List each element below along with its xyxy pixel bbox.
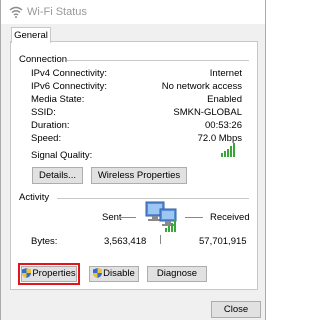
details-button[interactable]: Details... — [32, 167, 83, 184]
sent-label: Sent — [102, 212, 122, 223]
duration-label: Duration: — [31, 120, 70, 131]
ssid-label: SSID: — [31, 107, 56, 118]
bytes-received-value: 57,701,915 — [199, 236, 247, 247]
ipv6-value: No network access — [161, 81, 242, 92]
speed-label: Speed: — [31, 133, 62, 144]
connection-divider — [67, 60, 249, 61]
ssid-value: SMKN-GLOBAL — [173, 107, 242, 118]
duration-value: 00:53:26 — [205, 120, 242, 131]
shield-icon — [93, 268, 103, 278]
wifi-icon — [9, 6, 23, 18]
activity-separator — [160, 235, 161, 244]
title-bar: Wi-Fi Status — [1, 0, 265, 24]
bytes-sent-value: 3,563,418 — [104, 236, 147, 247]
media-state-label: Media State: — [31, 94, 85, 105]
window-title: Wi-Fi Status — [27, 6, 87, 18]
ipv4-value: Internet — [209, 68, 242, 79]
wifi-status-window: Wi-Fi Status General Connection IPv4 Con… — [0, 0, 266, 320]
ipv4-label: IPv4 Connectivity: — [31, 68, 108, 79]
connection-heading: Connection — [19, 54, 68, 65]
ipv6-label: IPv6 Connectivity: — [31, 81, 108, 92]
disable-label: Disable — [103, 268, 135, 279]
received-label: Received — [210, 212, 250, 223]
signal-quality-label: Signal Quality: — [31, 150, 93, 161]
activity-divider — [57, 198, 249, 199]
network-computers-icon — [145, 201, 177, 232]
received-line — [185, 217, 203, 218]
tab-general[interactable]: General — [11, 27, 51, 43]
sent-line — [121, 217, 136, 218]
activity-heading: Activity — [19, 192, 50, 203]
signal-bars-icon — [221, 143, 235, 157]
media-state-value: Enabled — [207, 94, 242, 105]
properties-button[interactable]: Properties — [21, 266, 77, 282]
close-button[interactable]: Close — [211, 301, 261, 318]
wireless-properties-button[interactable]: Wireless Properties — [91, 167, 187, 184]
shield-icon — [22, 268, 32, 278]
disable-button[interactable]: Disable — [89, 266, 139, 282]
diagnose-button[interactable]: Diagnose — [147, 266, 207, 282]
bytes-label: Bytes: — [31, 236, 58, 247]
properties-label: Properties — [32, 268, 76, 279]
